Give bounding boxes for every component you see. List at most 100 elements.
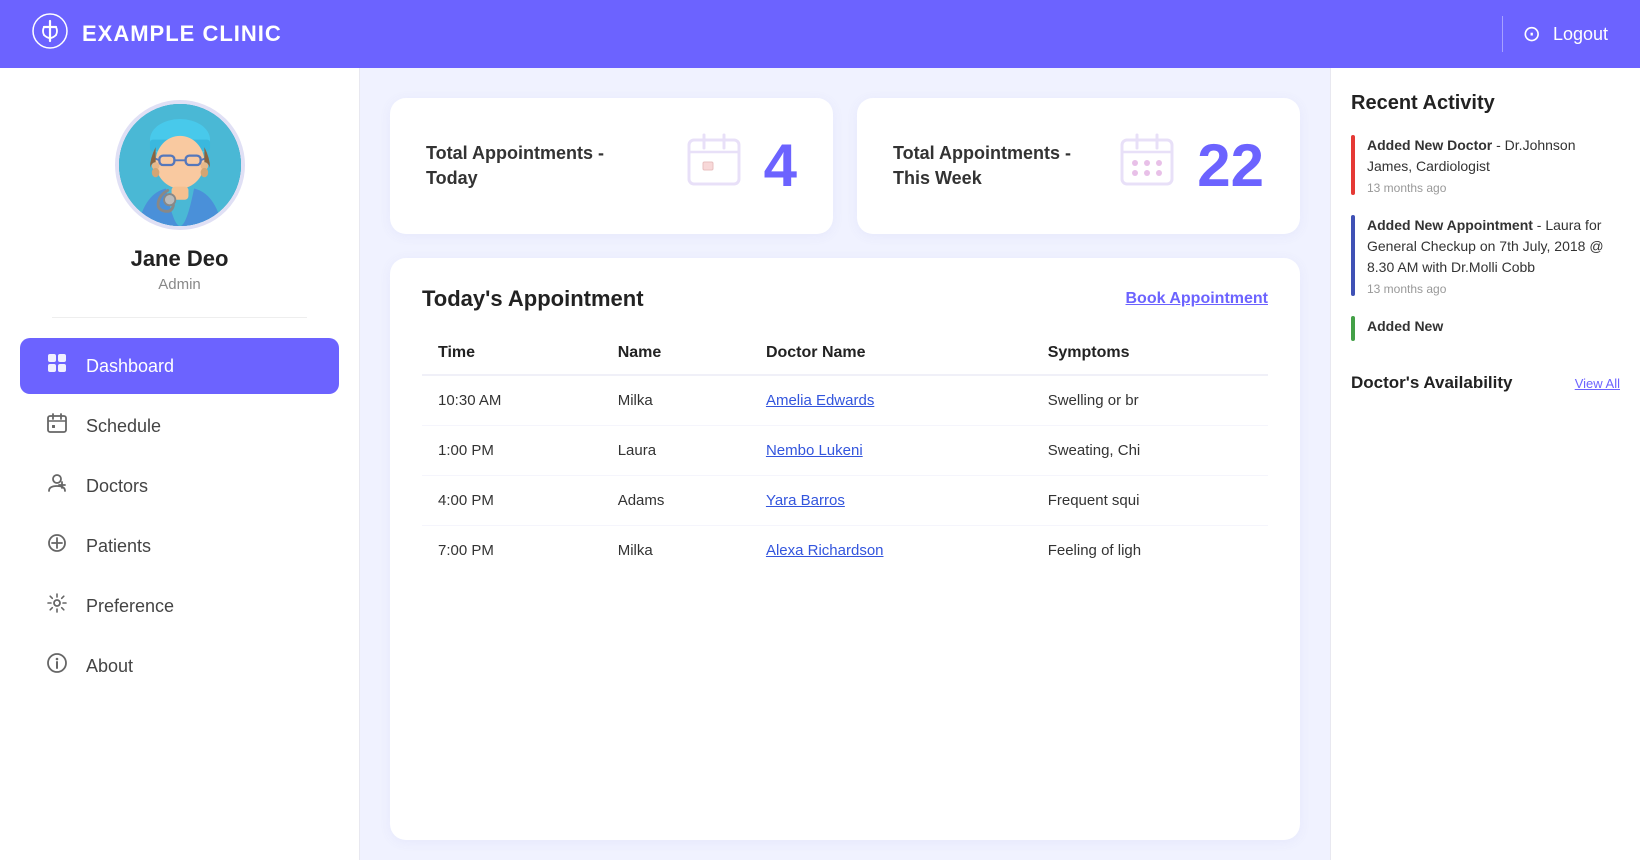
activity-content: Added New Appointment - Laura for Genera… [1367, 215, 1620, 296]
sidebar-item-schedule-label: Schedule [86, 416, 161, 437]
sidebar-item-patients[interactable]: Patients [20, 518, 339, 574]
right-panel: Recent Activity Added New Doctor - Dr.Jo… [1330, 68, 1640, 860]
activity-list: Added New Doctor - Dr.Johnson James, Car… [1351, 135, 1620, 361]
stat-today-value: 4 [764, 136, 797, 196]
sidebar-item-doctors-label: Doctors [86, 476, 148, 497]
recent-activity-title: Recent Activity [1351, 92, 1620, 115]
appointments-table-head: Time Name Doctor Name Symptoms [422, 332, 1268, 375]
activity-text: Added New Appointment - Laura for Genera… [1367, 215, 1620, 278]
stat-today-right: 4 [684, 130, 797, 202]
col-symptoms: Symptoms [1032, 332, 1268, 375]
cell-doctor[interactable]: Amelia Edwards [750, 375, 1032, 426]
activity-bar [1351, 135, 1355, 195]
stats-row: Total Appointments - Today 4 [390, 98, 1300, 234]
sidebar-item-doctors[interactable]: Doctors [20, 458, 339, 514]
activity-bold: Added New [1367, 318, 1443, 334]
cell-doctor[interactable]: Yara Barros [750, 476, 1032, 526]
doctor-availability-title: Doctor's Availability [1351, 373, 1513, 393]
sidebar-item-preference-label: Preference [86, 596, 174, 617]
cell-name: Milka [602, 375, 750, 426]
activity-content: Added New Doctor - Dr.Johnson James, Car… [1367, 135, 1620, 195]
sidebar-item-about[interactable]: About [20, 638, 339, 694]
cell-symptoms: Swelling or br [1032, 375, 1268, 426]
activity-text: Added New Doctor - Dr.Johnson James, Car… [1367, 135, 1620, 177]
clinic-name: EXAMPLE CLINIC [82, 21, 282, 47]
user-name: Jane Deo [131, 246, 229, 272]
appointments-title: Today's Appointment [422, 286, 644, 312]
activity-bold: Added New Appointment [1367, 217, 1533, 233]
sidebar-item-patients-label: Patients [86, 536, 151, 557]
dashboard-icon [44, 352, 70, 380]
stat-week-label: Total Appointments - This Week [893, 141, 1073, 191]
col-name: Name [602, 332, 750, 375]
logout-icon: ⊙ [1523, 21, 1541, 47]
activity-item: Added New Appointment - Laura for Genera… [1351, 215, 1620, 296]
activity-text: Added New [1367, 316, 1443, 337]
doctors-icon [44, 472, 70, 500]
header-brand: EXAMPLE CLINIC [32, 13, 282, 56]
sidebar-item-dashboard[interactable]: Dashboard [20, 338, 339, 394]
preference-icon [44, 592, 70, 620]
sidebar: Jane Deo Admin Dashboard [0, 68, 360, 860]
cell-name: Adams [602, 476, 750, 526]
activity-time: 13 months ago [1367, 282, 1620, 296]
stat-week-value: 22 [1197, 136, 1264, 196]
cell-time: 4:00 PM [422, 476, 602, 526]
activity-bold: Added New Doctor [1367, 137, 1492, 153]
appointments-card: Today's Appointment Book Appointment Tim… [390, 258, 1300, 840]
nav-menu: Dashboard Schedule [20, 338, 339, 694]
activity-item: Added New Doctor - Dr.Johnson James, Car… [1351, 135, 1620, 195]
stat-week-calendar-icon [1117, 130, 1177, 202]
header-divider [1502, 16, 1503, 52]
cell-symptoms: Frequent squi [1032, 476, 1268, 526]
main-content: Total Appointments - Today 4 [360, 68, 1330, 860]
view-all-button[interactable]: View All [1575, 376, 1620, 391]
table-row: 1:00 PM Laura Nembo Lukeni Sweating, Chi [422, 426, 1268, 476]
activity-content: Added New [1367, 316, 1443, 341]
table-row: 7:00 PM Milka Alexa Richardson Feeling o… [422, 526, 1268, 576]
activity-item: Added New [1351, 316, 1620, 341]
appointments-table-header-row: Time Name Doctor Name Symptoms [422, 332, 1268, 375]
appointments-table: Time Name Doctor Name Symptoms 10:30 AM … [422, 332, 1268, 575]
clinic-logo-icon [32, 13, 68, 56]
cell-time: 7:00 PM [422, 526, 602, 576]
sidebar-item-about-label: About [86, 656, 133, 677]
cell-symptoms: Feeling of ligh [1032, 526, 1268, 576]
stat-card-week: Total Appointments - This Week [857, 98, 1300, 234]
doctor-availability-header: Doctor's Availability View All [1351, 373, 1620, 393]
book-appointment-link[interactable]: Book Appointment [1126, 290, 1269, 308]
user-role: Admin [158, 276, 201, 293]
table-row: 4:00 PM Adams Yara Barros Frequent squi [422, 476, 1268, 526]
layout: Jane Deo Admin Dashboard [0, 68, 1640, 860]
header-right: ⊙ Logout [1502, 16, 1609, 52]
cell-doctor[interactable]: Nembo Lukeni [750, 426, 1032, 476]
cell-doctor[interactable]: Alexa Richardson [750, 526, 1032, 576]
stat-card-today: Total Appointments - Today 4 [390, 98, 833, 234]
stat-today-label: Total Appointments - Today [426, 141, 606, 191]
appointments-table-body: 10:30 AM Milka Amelia Edwards Swelling o… [422, 375, 1268, 575]
cell-name: Milka [602, 526, 750, 576]
col-doctor: Doctor Name [750, 332, 1032, 375]
activity-bar [1351, 215, 1355, 296]
cell-symptoms: Sweating, Chi [1032, 426, 1268, 476]
table-row: 10:30 AM Milka Amelia Edwards Swelling o… [422, 375, 1268, 426]
col-time: Time [422, 332, 602, 375]
sidebar-item-dashboard-label: Dashboard [86, 356, 174, 377]
activity-time: 13 months ago [1367, 181, 1620, 195]
stat-today-calendar-icon [684, 130, 744, 202]
sidebar-item-schedule[interactable]: Schedule [20, 398, 339, 454]
activity-bar [1351, 316, 1355, 341]
cell-time: 10:30 AM [422, 375, 602, 426]
patients-icon [44, 532, 70, 560]
about-icon [44, 652, 70, 680]
header: EXAMPLE CLINIC ⊙ Logout [0, 0, 1640, 68]
sidebar-divider [52, 317, 307, 318]
stat-week-right: 22 [1117, 130, 1264, 202]
schedule-icon [44, 412, 70, 440]
appointments-header: Today's Appointment Book Appointment [422, 286, 1268, 312]
cell-name: Laura [602, 426, 750, 476]
avatar [115, 100, 245, 230]
logout-button[interactable]: Logout [1553, 24, 1608, 45]
cell-time: 1:00 PM [422, 426, 602, 476]
sidebar-item-preference[interactable]: Preference [20, 578, 339, 634]
